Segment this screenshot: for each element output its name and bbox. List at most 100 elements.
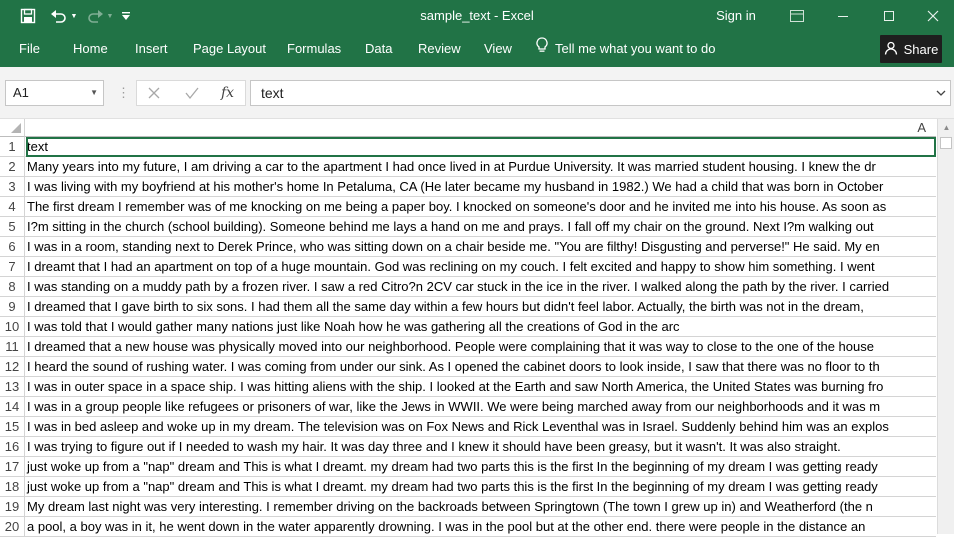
- sign-in-link[interactable]: Sign in: [706, 0, 766, 32]
- close-icon[interactable]: [912, 0, 954, 32]
- table-row: 5 I?m sitting in the church (school build…: [0, 217, 936, 237]
- vertical-scrollbar[interactable]: ▲: [937, 119, 954, 534]
- share-button[interactable]: Share: [880, 35, 942, 63]
- cell[interactable]: I dreamt that I had an apartment on top …: [26, 257, 936, 277]
- name-box-value: A1: [13, 85, 29, 100]
- row-header[interactable]: 3: [0, 177, 25, 197]
- table-row: 20 a pool, a boy was in it, he went down …: [0, 517, 936, 537]
- customize-qat-icon[interactable]: [120, 6, 132, 26]
- share-label: Share: [903, 41, 939, 57]
- cell[interactable]: I?m sitting in the church (school buildi…: [26, 217, 936, 237]
- table-row: 19 My dream last night was very interesti…: [0, 497, 936, 517]
- row-header[interactable]: 20: [0, 517, 25, 537]
- row-header[interactable]: 2: [0, 157, 25, 177]
- table-row: 2 Many years into my future, I am driving…: [0, 157, 936, 177]
- name-box-dropdown-icon[interactable]: ▼: [90, 81, 98, 105]
- worksheet-grid: A 1 text 2 Many years into my future, I am …: [0, 119, 954, 537]
- cell[interactable]: The first dream I remember was of me kno…: [26, 197, 936, 217]
- tab-page-layout[interactable]: Page Layout: [193, 32, 266, 65]
- cell[interactable]: I was in bed asleep and woke up in my dr…: [26, 417, 936, 437]
- cell[interactable]: a pool, a boy was in it, he went down in…: [26, 517, 936, 537]
- table-row: 12 I heard the sound of rushing water. I …: [0, 357, 936, 377]
- tab-file[interactable]: File: [19, 32, 40, 65]
- cancel-entry-icon[interactable]: [148, 81, 160, 105]
- table-row: 16 I was trying to figure out if I needed…: [0, 437, 936, 457]
- minimize-icon[interactable]: [820, 0, 866, 32]
- formula-bar-grip-icon[interactable]: ⋮: [117, 86, 130, 99]
- cell[interactable]: I heard the sound of rushing water. I wa…: [26, 357, 936, 377]
- cell[interactable]: I was living with my boyfriend at his mo…: [26, 177, 936, 197]
- ribbon-tabs: File Home Insert Page Layout Formulas Da…: [0, 32, 954, 67]
- table-row: 17 just woke up from a "nap" dream and Th…: [0, 457, 936, 477]
- redo-dropdown-icon[interactable]: ▼: [106, 6, 114, 26]
- table-row: 4 The first dream I remember was of me kn…: [0, 197, 936, 217]
- undo-icon[interactable]: [48, 6, 70, 26]
- cell[interactable]: I was in a room, standing next to Derek …: [26, 237, 936, 257]
- cell-a1-selected[interactable]: text: [26, 137, 936, 157]
- row-header[interactable]: 7: [0, 257, 25, 277]
- row-header[interactable]: 19: [0, 497, 25, 517]
- row-header[interactable]: 8: [0, 277, 25, 297]
- tab-review[interactable]: Review: [418, 32, 461, 65]
- undo-dropdown-icon[interactable]: ▼: [70, 6, 78, 26]
- tell-me-search[interactable]: Tell me what you want to do: [536, 32, 715, 65]
- tab-view[interactable]: View: [484, 32, 512, 65]
- row-header[interactable]: 4: [0, 197, 25, 217]
- row-header[interactable]: 6: [0, 237, 25, 257]
- row-header[interactable]: 9: [0, 297, 25, 317]
- column-header-a[interactable]: A: [25, 119, 936, 137]
- row-header[interactable]: 12: [0, 357, 25, 377]
- table-row: 6I was in a room, standing next to Derek…: [0, 237, 936, 257]
- lightbulb-icon: [536, 32, 548, 65]
- name-box[interactable]: A1 ▼: [5, 80, 104, 106]
- row-header[interactable]: 1: [0, 137, 25, 157]
- row-header[interactable]: 11: [0, 337, 25, 357]
- expand-formula-bar-icon[interactable]: [936, 81, 946, 115]
- row-header[interactable]: 5: [0, 217, 25, 237]
- table-row: 13 I was in outer space in a space ship. …: [0, 377, 936, 397]
- cell[interactable]: I was in a group people like refugees or…: [26, 397, 936, 417]
- cell[interactable]: just woke up from a "nap" dream and This…: [26, 477, 936, 497]
- row-header[interactable]: 18: [0, 477, 25, 497]
- tab-data[interactable]: Data: [365, 32, 392, 65]
- cell[interactable]: I was in outer space in a space ship. I …: [26, 377, 936, 397]
- redo-icon[interactable]: [84, 6, 106, 26]
- row-header[interactable]: 14: [0, 397, 25, 417]
- table-row: 7I dreamt that I had an apartment on top…: [0, 257, 936, 277]
- row-header[interactable]: 15: [0, 417, 25, 437]
- select-all-corner[interactable]: [0, 119, 25, 137]
- tab-formulas[interactable]: Formulas: [287, 32, 341, 65]
- insert-function-icon[interactable]: fx: [221, 81, 234, 105]
- confirm-entry-icon[interactable]: [185, 81, 199, 105]
- maximize-icon[interactable]: [866, 0, 912, 32]
- cell[interactable]: I was standing on a muddy path by a froz…: [26, 277, 936, 297]
- tab-home[interactable]: Home: [73, 32, 108, 65]
- formula-input[interactable]: text: [250, 80, 951, 106]
- table-row: 3I was living with my boyfriend at his m…: [0, 177, 936, 197]
- table-row: 14 I was in a group people like refugees …: [0, 397, 936, 417]
- title-bar: ▼ ▼ sample_text - Excel Sign in: [0, 0, 954, 32]
- cell[interactable]: Many years into my future, I am driving …: [26, 157, 936, 177]
- table-row: 8I was standing on a muddy path by a fro…: [0, 277, 936, 297]
- row-header[interactable]: 16: [0, 437, 25, 457]
- cell[interactable]: My dream last night was very interesting…: [26, 497, 936, 517]
- tab-insert[interactable]: Insert: [135, 32, 168, 65]
- table-row: 9I dreamed that I gave birth to six sons…: [0, 297, 936, 317]
- row-header[interactable]: 17: [0, 457, 25, 477]
- table-row: 10 I was told that I would gather many na…: [0, 317, 936, 337]
- save-icon[interactable]: [16, 6, 40, 26]
- cell[interactable]: I dreamed that a new house was physicall…: [26, 337, 936, 357]
- cell[interactable]: I dreamed that I gave birth to six sons.…: [26, 297, 936, 317]
- person-icon: [884, 41, 898, 58]
- tell-me-label: Tell me what you want to do: [555, 41, 716, 56]
- scroll-up-icon[interactable]: ▲: [938, 119, 954, 136]
- row-header[interactable]: 10: [0, 317, 25, 337]
- row-header[interactable]: 13: [0, 377, 25, 397]
- formula-buttons: fx: [136, 80, 246, 106]
- cell[interactable]: I was trying to figure out if I needed t…: [26, 437, 936, 457]
- cell[interactable]: just woke up from a "nap" dream and This…: [26, 457, 936, 477]
- scrollbar-thumb[interactable]: [940, 137, 952, 149]
- ribbon-display-options-icon[interactable]: [774, 0, 820, 32]
- cell[interactable]: I was told that I would gather many nati…: [26, 317, 936, 337]
- formula-bar-area: A1 ▼ ⋮ fx text: [0, 67, 954, 119]
